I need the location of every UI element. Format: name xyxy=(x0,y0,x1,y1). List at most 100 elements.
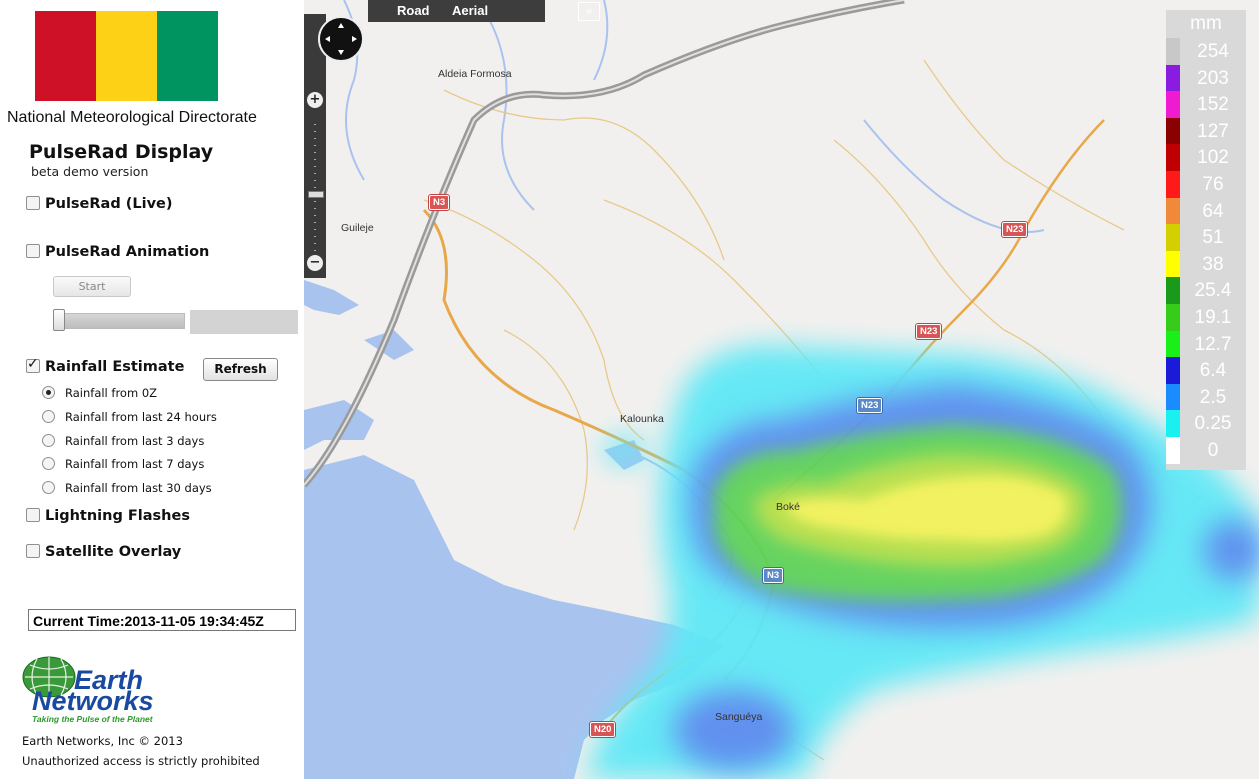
place-sangueya: Sanguéya xyxy=(715,711,763,723)
satellite-label[interactable]: Satellite Overlay xyxy=(45,544,181,560)
start-button[interactable]: Start xyxy=(53,276,131,297)
lightning-label[interactable]: Lightning Flashes xyxy=(45,508,190,524)
radio-rainfall-30d[interactable] xyxy=(42,481,55,494)
rainfall-estimate-label[interactable]: Rainfall Estimate xyxy=(45,359,184,375)
organization-name: National Meteorological Directorate xyxy=(7,109,257,126)
pan-arrows-icon xyxy=(325,23,357,55)
radio-rainfall-7d[interactable] xyxy=(42,457,55,470)
pulserad-animation-checkbox[interactable] xyxy=(26,244,40,258)
legend-item: 2.5 xyxy=(1166,383,1246,411)
legend-item: 19.1 xyxy=(1166,304,1246,331)
logo-word-networks: Networks xyxy=(32,686,154,716)
radio-label-rainfall-30d[interactable]: Rainfall from last 30 days xyxy=(65,481,212,495)
pulserad-live-label[interactable]: PulseRad (Live) xyxy=(45,196,173,212)
current-time-display: Current Time:2013-11-05 19:34:45Z xyxy=(28,609,296,631)
rainfall-legend: mm 254 203 152 127 102 76 64 51 38 25.4 19.1 12.7 6.… xyxy=(1166,10,1246,470)
page-subtitle: beta demo version xyxy=(31,164,149,179)
legend-unit: mm xyxy=(1190,13,1222,34)
page-title: PulseRad Display xyxy=(29,141,214,163)
flag-red-band xyxy=(35,11,96,101)
radio-label-rainfall-24h[interactable]: Rainfall from last 24 hours xyxy=(65,410,217,424)
legend-swatch xyxy=(1166,171,1180,198)
radio-label-rainfall-3d[interactable]: Rainfall from last 3 days xyxy=(65,434,204,448)
legend-item: 102 xyxy=(1166,144,1246,172)
flag-green-band xyxy=(157,11,218,101)
map-type-switcher: Road Aerial « xyxy=(368,0,600,22)
legend-value: 2.5 xyxy=(1199,386,1227,408)
satellite-checkbox[interactable] xyxy=(26,544,40,558)
refresh-button[interactable]: Refresh xyxy=(203,358,278,381)
legend-swatch xyxy=(1166,304,1180,331)
zoom-out-button[interactable]: − xyxy=(307,255,323,271)
legend-value: 38 xyxy=(1202,253,1224,275)
legend-item: 127 xyxy=(1166,117,1246,145)
legend-item: 25.4 xyxy=(1166,277,1246,305)
shield-n3: N3 xyxy=(763,568,784,583)
access-notice: Unauthorized access is strictly prohibit… xyxy=(22,754,260,768)
map-view[interactable]: Aldeia Formosa Guileje Kalounka Boké San… xyxy=(304,0,1259,779)
animation-slider-track[interactable] xyxy=(53,313,185,329)
legend-swatch xyxy=(1166,91,1180,119)
zoom-in-button[interactable]: + xyxy=(307,92,323,108)
place-aldeia-formosa: Aldeia Formosa xyxy=(438,68,512,80)
legend-swatch xyxy=(1166,437,1180,464)
legend-value: 254 xyxy=(1197,41,1229,62)
legend-value: 51 xyxy=(1202,227,1224,249)
legend-value: 152 xyxy=(1197,94,1229,116)
legend-value: 19.1 xyxy=(1194,307,1232,328)
radio-label-rainfall-7d[interactable]: Rainfall from last 7 days xyxy=(65,457,204,471)
map-type-road[interactable]: Road xyxy=(397,3,430,18)
shield-n3: N3 xyxy=(429,195,450,210)
earth-networks-logo: Earth Networks Taking the Pulse of the P… xyxy=(22,655,197,725)
legend-value: 203 xyxy=(1197,67,1229,89)
legend-swatch xyxy=(1166,410,1180,438)
map-base-layer[interactable] xyxy=(304,0,1259,779)
pulserad-live-checkbox[interactable] xyxy=(26,196,40,210)
legend-value: 6.4 xyxy=(1199,360,1227,382)
lightning-checkbox[interactable] xyxy=(26,508,40,522)
rainfall-estimate-checkbox[interactable] xyxy=(26,356,40,373)
legend-item: 0.25 xyxy=(1166,410,1246,438)
shield-n23: N23 xyxy=(916,324,942,339)
legend-item: 254 xyxy=(1166,38,1246,65)
radio-label-rainfall-0z[interactable]: Rainfall from 0Z xyxy=(65,386,157,400)
legend-value: 0 xyxy=(1207,440,1219,461)
legend-swatch xyxy=(1166,277,1180,305)
control-panel: National Meteorological Directorate Puls… xyxy=(0,0,304,779)
legend-value: 25.4 xyxy=(1194,280,1232,302)
place-kalounka: Kalounka xyxy=(620,413,664,425)
shield-n20: N20 xyxy=(590,722,616,737)
logo-tagline: Taking the Pulse of the Planet xyxy=(32,714,154,724)
animation-slider-handle[interactable] xyxy=(53,309,65,331)
compass-pan-control[interactable] xyxy=(318,16,364,62)
radio-rainfall-3d[interactable] xyxy=(42,434,55,447)
radio-rainfall-0z[interactable] xyxy=(42,386,55,399)
legend-value: 102 xyxy=(1197,147,1229,169)
legend-item: 51 xyxy=(1166,224,1246,252)
legend-item: 38 xyxy=(1166,250,1246,278)
legend-swatch xyxy=(1166,224,1180,252)
legend-value: 12.7 xyxy=(1194,333,1232,355)
legend-swatch xyxy=(1166,38,1180,65)
double-chevron-left-icon[interactable]: « xyxy=(578,2,600,21)
shield-n23: N23 xyxy=(857,398,883,413)
radio-rainfall-24h[interactable] xyxy=(42,410,55,423)
legend-item: 12.7 xyxy=(1166,330,1246,358)
legend-item: 76 xyxy=(1166,171,1246,198)
place-boke: Boké xyxy=(776,501,800,513)
legend-item: 0 xyxy=(1166,437,1246,464)
zoom-slider-handle[interactable] xyxy=(308,191,324,198)
place-guileje: Guileje xyxy=(341,222,374,234)
legend-item: 6.4 xyxy=(1166,357,1246,385)
map-type-aerial[interactable]: Aerial xyxy=(452,3,488,18)
legend-value: 127 xyxy=(1197,120,1229,142)
shield-n23: N23 xyxy=(1002,222,1028,237)
legend-value: 76 xyxy=(1202,174,1224,195)
animation-frame-display xyxy=(190,310,298,334)
legend-swatch xyxy=(1166,197,1180,225)
legend-item: 152 xyxy=(1166,91,1246,119)
legend-value: 0.25 xyxy=(1194,413,1232,435)
globe-icon: Earth Networks Taking the Pulse of the P… xyxy=(22,656,154,724)
pulserad-animation-label[interactable]: PulseRad Animation xyxy=(45,244,209,260)
legend-swatch xyxy=(1166,144,1180,172)
